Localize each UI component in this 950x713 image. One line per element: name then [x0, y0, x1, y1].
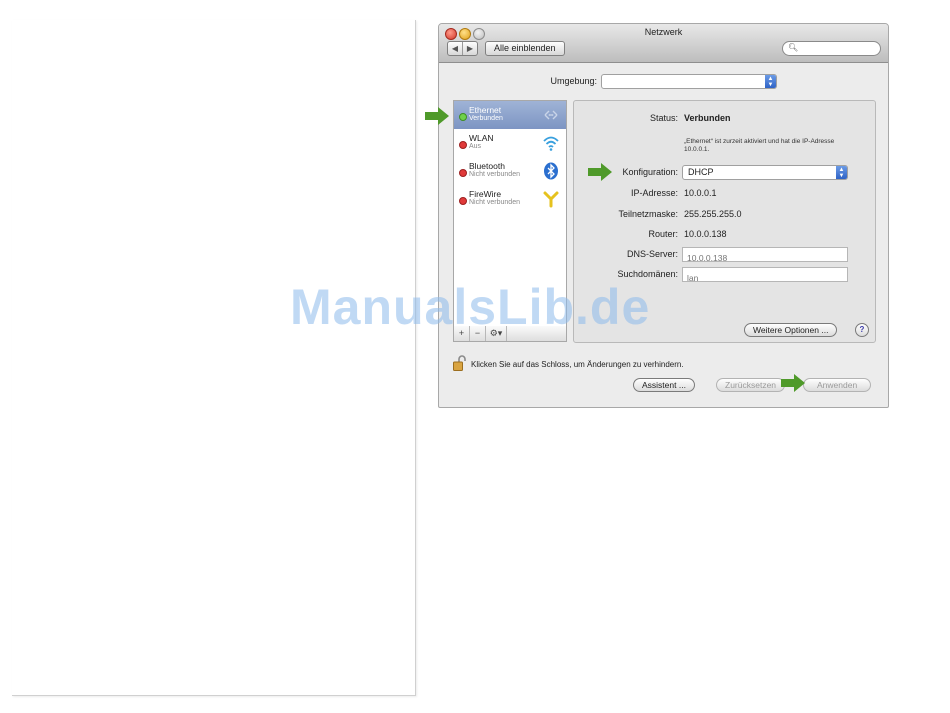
service-item-ethernet[interactable]: Ethernet Verbunden — [454, 101, 566, 129]
router-label: Router: — [648, 229, 678, 239]
revert-button[interactable]: Zurücksetzen — [716, 378, 786, 392]
wifi-icon — [543, 136, 559, 151]
forward-button[interactable]: ▶ — [462, 42, 477, 55]
ip-address-label: IP-Adresse: — [630, 188, 678, 198]
ip-address-value: 10.0.0.1 — [684, 188, 717, 198]
dns-server-field[interactable] — [682, 247, 848, 265]
select-arrows-icon: ▲ ▼ — [836, 166, 847, 179]
status-dot-red — [459, 141, 467, 149]
status-dot-red — [459, 197, 467, 205]
service-status: Nicht verbunden — [469, 171, 520, 178]
location-label: Umgebung: — [550, 76, 597, 86]
service-item-wlan[interactable]: WLAN Aus — [454, 129, 566, 157]
watermark: ManualsLib.de — [290, 279, 651, 335]
service-status: Aus — [469, 143, 482, 150]
select-arrows-icon: ▲ ▼ — [765, 75, 776, 88]
service-item-bluetooth[interactable]: Bluetooth Nicht verbunden — [454, 157, 566, 185]
back-button[interactable]: ◀ — [448, 42, 462, 55]
location-select[interactable]: ▲ ▼ — [601, 74, 777, 89]
search-domains-input[interactable] — [683, 271, 846, 285]
search-field[interactable]: 🔍︎ — [782, 41, 881, 56]
service-status: Verbunden — [469, 115, 503, 122]
service-name: Ethernet — [469, 105, 502, 115]
service-status: Nicht verbunden — [469, 199, 520, 206]
subnet-mask-label: Teilnetzmaske: — [618, 209, 678, 219]
navigation-buttons: ◀ ▶ — [447, 41, 478, 56]
more-options-button[interactable]: Weitere Optionen ... — [744, 323, 838, 337]
router-value: 10.0.0.138 — [684, 229, 727, 239]
help-button[interactable]: ? — [855, 323, 869, 337]
window-titlebar: Netzwerk ◀ ▶ Alle einblenden 🔍︎ — [439, 24, 888, 63]
subnet-mask-value: 255.255.255.0 — [684, 209, 742, 219]
service-item-firewire[interactable]: FireWire Nicht verbunden — [454, 185, 566, 213]
dns-server-input[interactable] — [683, 251, 846, 265]
service-name: FireWire — [469, 189, 502, 199]
search-icon: 🔍︎ — [788, 43, 799, 52]
assistant-button[interactable]: Assistent ... — [633, 378, 695, 392]
green-arrow-icon — [588, 163, 612, 181]
status-note: „Ethernet“ ist zurzeit aktiviert und hat… — [684, 138, 835, 153]
green-arrow-icon — [425, 107, 449, 125]
green-arrow-icon — [781, 374, 805, 392]
search-domains-field[interactable] — [682, 267, 848, 285]
dns-server-label: DNS-Server: — [626, 249, 678, 259]
service-name: WLAN — [469, 133, 494, 143]
service-name: Bluetooth — [469, 161, 505, 171]
lock-icon[interactable] — [453, 355, 466, 371]
blank-page-panel — [12, 20, 416, 696]
apply-button[interactable]: Anwenden — [803, 378, 872, 392]
status-dot-green — [459, 113, 467, 121]
ethernet-icon — [544, 110, 558, 120]
bluetooth-icon — [544, 162, 558, 180]
status-dot-red — [459, 169, 467, 177]
window-title: Netzwerk — [644, 27, 683, 37]
status-value: Verbunden — [684, 113, 731, 123]
firewire-icon — [543, 191, 559, 208]
status-label: Status: — [649, 113, 678, 123]
configuration-select[interactable]: DHCP ▲ ▼ — [682, 165, 848, 180]
configuration-value: DHCP — [688, 167, 714, 177]
lock-hint-text: Klicken Sie auf das Schloss, um Änderung… — [471, 360, 684, 369]
network-preferences-window: Netzwerk ◀ ▶ Alle einblenden 🔍︎ Umgebung… — [438, 23, 889, 408]
show-all-button[interactable]: Alle einblenden — [485, 41, 565, 56]
